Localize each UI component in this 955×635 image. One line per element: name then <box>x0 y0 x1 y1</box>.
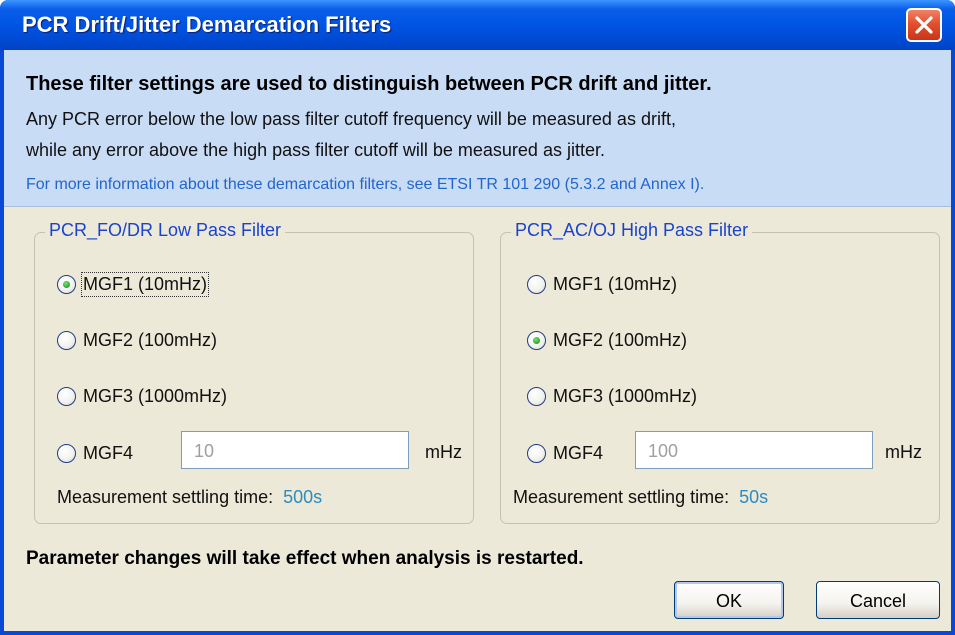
high-pass-mgf4-radio[interactable] <box>527 444 546 463</box>
etsi-info-link[interactable]: For more information about these demarca… <box>26 176 704 194</box>
dialog-window: PCR Drift/Jitter Demarcation Filters The… <box>0 0 955 635</box>
low-pass-settling-label: Measurement settling time: <box>57 487 274 507</box>
high-pass-mgf1-label: MGF1 (10mHz) <box>553 274 678 294</box>
high-pass-mgf2-option[interactable]: MGF2 (100mHz) <box>527 330 687 351</box>
low-pass-mgf4-option[interactable]: MGF4 <box>57 443 133 464</box>
high-pass-mgf3-label: MGF3 (1000mHz) <box>553 386 698 406</box>
high-pass-group-title: PCR_AC/OJ High Pass Filter <box>511 220 753 241</box>
high-pass-unit-label: mHz <box>885 442 922 462</box>
low-pass-mgf3-radio[interactable] <box>57 387 76 406</box>
info-line-2: while any error above the high pass filt… <box>26 140 605 160</box>
low-pass-mgf1-label: MGF1 (10mHz) <box>80 272 210 297</box>
low-pass-mgf2-label: MGF2 (100mHz) <box>83 330 218 350</box>
low-pass-mgf1-option[interactable]: MGF1 (10mHz) <box>57 272 210 297</box>
low-pass-filter-group: PCR_FO/DR Low Pass Filter MGF1 (10mHz) M… <box>34 220 474 524</box>
info-heading: These filter settings are used to distin… <box>26 73 712 95</box>
low-pass-custom-frequency-input[interactable]: 10 <box>181 431 409 469</box>
low-pass-settling-time: Measurement settling time: 500s <box>57 487 322 508</box>
high-pass-mgf4-label: MGF4 <box>553 443 604 463</box>
low-pass-mgf2-radio[interactable] <box>57 331 76 350</box>
low-pass-mgf3-label: MGF3 (1000mHz) <box>83 386 228 406</box>
ok-button[interactable]: OK <box>674 581 784 619</box>
high-pass-mgf2-label: MGF2 (100mHz) <box>553 330 688 350</box>
high-pass-mgf1-option[interactable]: MGF1 (10mHz) <box>527 274 677 295</box>
high-pass-mgf3-option[interactable]: MGF3 (1000mHz) <box>527 386 697 407</box>
info-line-1: Any PCR error below the low pass filter … <box>26 109 676 129</box>
low-pass-mgf3-option[interactable]: MGF3 (1000mHz) <box>57 386 227 407</box>
high-pass-mgf1-radio[interactable] <box>527 275 546 294</box>
low-pass-mgf2-option[interactable]: MGF2 (100mHz) <box>57 330 217 351</box>
high-pass-mgf4-option[interactable]: MGF4 <box>527 443 603 464</box>
window-title: PCR Drift/Jitter Demarcation Filters <box>22 12 392 37</box>
low-pass-group-title: PCR_FO/DR Low Pass Filter <box>45 220 286 241</box>
title-bar[interactable]: PCR Drift/Jitter Demarcation Filters <box>0 0 955 50</box>
high-pass-settling-label: Measurement settling time: <box>513 487 730 507</box>
cancel-button[interactable]: Cancel <box>816 581 940 619</box>
high-pass-filter-group: PCR_AC/OJ High Pass Filter MGF1 (10mHz) … <box>500 220 940 524</box>
info-panel: These filter settings are used to distin… <box>4 50 951 207</box>
restart-note: Parameter changes will take effect when … <box>26 548 584 569</box>
low-pass-mgf4-radio[interactable] <box>57 444 76 463</box>
low-pass-mgf4-label: MGF4 <box>83 443 134 463</box>
close-button[interactable] <box>906 8 942 42</box>
high-pass-custom-frequency-input[interactable]: 100 <box>635 431 873 469</box>
close-icon <box>915 16 933 34</box>
low-pass-mgf1-radio[interactable] <box>57 275 76 294</box>
high-pass-settling-time: Measurement settling time: 50s <box>513 487 768 508</box>
high-pass-mgf3-radio[interactable] <box>527 387 546 406</box>
low-pass-unit-label: mHz <box>425 442 462 462</box>
high-pass-settling-value: 50s <box>739 487 769 507</box>
high-pass-mgf2-radio[interactable] <box>527 331 546 350</box>
low-pass-settling-value: 500s <box>283 487 323 507</box>
